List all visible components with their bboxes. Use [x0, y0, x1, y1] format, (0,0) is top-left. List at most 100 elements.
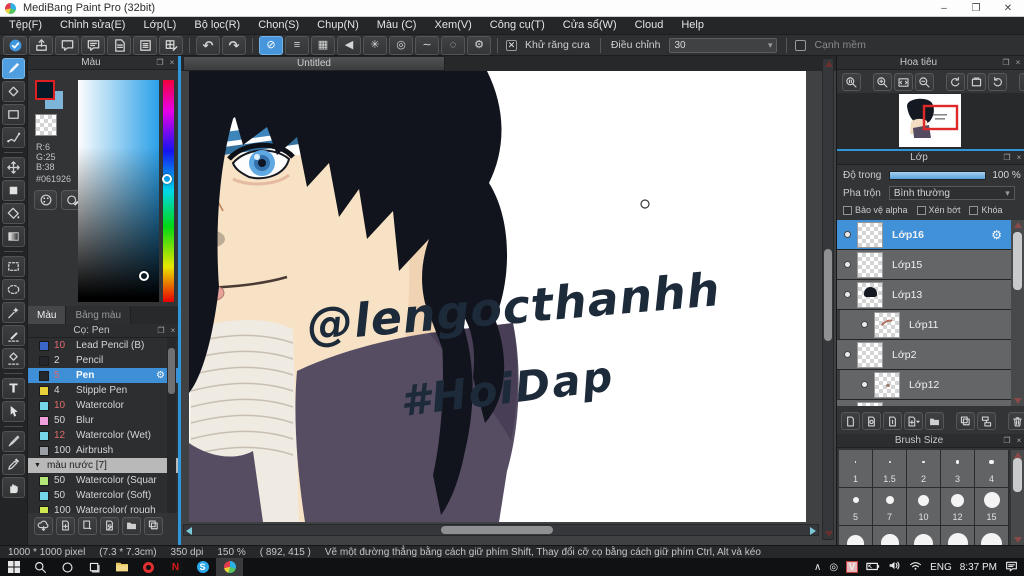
- navigator-preview-area[interactable]: [837, 93, 1024, 149]
- canvas-horizontal-scrollbar[interactable]: [183, 524, 819, 536]
- snap-grid-icon[interactable]: ▦: [311, 35, 335, 55]
- blend-mode-dropdown[interactable]: Bình thường ▾: [888, 186, 1015, 200]
- file-explorer-icon[interactable]: [108, 558, 135, 576]
- cortana-icon[interactable]: [54, 558, 81, 576]
- hue-cursor[interactable]: [162, 174, 172, 184]
- popout-icon[interactable]: ❐: [155, 326, 167, 335]
- fill-rect-tool[interactable]: [2, 180, 25, 201]
- tab-color[interactable]: Màu: [28, 306, 67, 324]
- brush-size-c ell[interactable]: 3: [941, 450, 975, 488]
- foreground-color-swatch[interactable]: [35, 80, 55, 100]
- brush-size-c ell[interactable]: 10: [907, 488, 941, 526]
- layer-visibility-icon[interactable]: [844, 291, 851, 298]
- cloud-sync-icon[interactable]: [3, 35, 27, 55]
- scroll-thumb[interactable]: [441, 526, 553, 534]
- brush-size-c ell[interactable]: [873, 526, 907, 545]
- zoom-actual-icon[interactable]: [842, 73, 861, 91]
- layer-duplicate-icon[interactable]: [956, 412, 975, 430]
- scroll-down-arrow[interactable]: [1014, 398, 1022, 404]
- scroll-thumb[interactable]: [1013, 232, 1022, 290]
- hand-tool[interactable]: [2, 477, 25, 498]
- popout-icon[interactable]: ❐: [1001, 436, 1013, 445]
- snap-concentric-icon[interactable]: ◎: [389, 35, 413, 55]
- scroll-down-arrow[interactable]: [1014, 537, 1022, 543]
- publish-icon[interactable]: [29, 35, 53, 55]
- move-tool[interactable]: [2, 157, 25, 178]
- opera-icon[interactable]: [135, 558, 162, 576]
- volume-icon[interactable]: [888, 560, 901, 574]
- layer-option-checkbox[interactable]: Xén bớt: [916, 205, 960, 215]
- medibang-taskbar-icon[interactable]: [216, 558, 243, 576]
- menu-item[interactable]: Lớp(L): [134, 17, 185, 34]
- battery-icon[interactable]: [866, 561, 880, 574]
- layer-new-1bit-icon[interactable]: [883, 412, 902, 430]
- menu-item[interactable]: Chụp(N): [308, 17, 368, 34]
- restore-button[interactable]: ❐: [960, 0, 992, 16]
- select-rect-tool[interactable]: [2, 256, 25, 277]
- popout-icon[interactable]: ❐: [1000, 58, 1012, 67]
- search-icon[interactable]: [27, 558, 54, 576]
- brush-size-c ell[interactable]: 4: [975, 450, 1009, 488]
- scroll-thumb[interactable]: [824, 249, 832, 341]
- select-eraser-tool[interactable]: [2, 348, 25, 369]
- tray-chevron-icon[interactable]: ∧: [814, 562, 821, 573]
- layer-list-scrollbar[interactable]: [1011, 220, 1024, 406]
- sv-cursor[interactable]: [139, 271, 149, 281]
- brush-row[interactable]: ▼ 50 Blur ⚙: [28, 413, 179, 428]
- brush-row[interactable]: ▼ 100 Airbrush ⚙: [28, 443, 179, 458]
- comment-text-icon[interactable]: [81, 35, 105, 55]
- brush-size-c ell[interactable]: 12: [941, 488, 975, 526]
- gradient-tool[interactable]: [2, 226, 25, 247]
- layer-visibility-icon[interactable]: [844, 261, 851, 268]
- close-icon[interactable]: ×: [1013, 436, 1024, 445]
- scroll-right-arrow[interactable]: [810, 527, 816, 535]
- skype-icon[interactable]: S: [189, 558, 216, 576]
- brush-cloud-download-icon[interactable]: [34, 516, 53, 535]
- netflix-icon[interactable]: N: [162, 558, 189, 576]
- document-tab[interactable]: Untitled: [183, 56, 445, 71]
- menu-item[interactable]: Chỉnh sửa(E): [51, 17, 134, 34]
- menu-item[interactable]: Help: [672, 17, 713, 34]
- tray-circle-icon[interactable]: ◎: [829, 562, 838, 573]
- brush-row[interactable]: ▼ 12 Watercolor (Wet) ⚙: [28, 428, 179, 443]
- layer-settings-gear-icon[interactable]: ⚙: [991, 228, 1002, 242]
- transparent-color-swatch[interactable]: [35, 114, 57, 136]
- layer-option-checkbox[interactable]: Bảo vệ alpha: [843, 205, 908, 215]
- scroll-up-arrow[interactable]: [825, 61, 833, 67]
- brush-size-c ell[interactable]: 2: [907, 450, 941, 488]
- brush-list-scrollbar[interactable]: [167, 338, 176, 513]
- scroll-down-arrow[interactable]: [825, 531, 833, 537]
- popout-icon[interactable]: ❐: [1001, 153, 1013, 162]
- brush-new-icon[interactable]: [56, 516, 75, 535]
- checkbox-icon[interactable]: [969, 205, 979, 215]
- brush-new-image-icon[interactable]: [78, 516, 97, 535]
- dock-splitter[interactable]: [178, 56, 181, 545]
- layer-row[interactable]: Lớp13 ⚙: [837, 280, 1012, 310]
- close-icon[interactable]: ×: [166, 58, 178, 67]
- snap-radial-icon[interactable]: ✳: [363, 35, 387, 55]
- brush-row[interactable]: ▼ 100 Watercolor( rough ⚙: [28, 503, 179, 513]
- brush-size-c ell[interactable]: 7: [873, 488, 907, 526]
- tab-palette[interactable]: Bảng màu: [66, 306, 132, 324]
- opacity-slider[interactable]: [889, 170, 987, 180]
- brush-size-c ell[interactable]: 5: [839, 488, 873, 526]
- magic-wand-tool[interactable]: [2, 302, 25, 323]
- layer-visibility-icon[interactable]: [861, 321, 868, 328]
- menu-item[interactable]: Màu (C): [368, 17, 426, 34]
- antialias-checkbox[interactable]: ✕: [506, 39, 517, 51]
- brush-row[interactable]: ▼ 10 Watercolor ⚙: [28, 398, 179, 413]
- brush-size-c ell[interactable]: 15: [975, 488, 1009, 526]
- clock[interactable]: 8:37 PM: [960, 562, 997, 573]
- saturation-value-picker[interactable]: [78, 80, 159, 302]
- layer-new-icon[interactable]: [841, 412, 860, 430]
- zoom-out-icon[interactable]: [915, 73, 934, 91]
- fit-window-icon[interactable]: [894, 73, 913, 91]
- snap-vanishing-icon[interactable]: ◀: [337, 35, 361, 55]
- brush-size-scrollbar[interactable]: [1011, 450, 1024, 545]
- close-button[interactable]: ✕: [992, 0, 1024, 16]
- rotate-right-icon[interactable]: [988, 73, 1007, 91]
- menu-item[interactable]: Tệp(F): [0, 17, 51, 34]
- snap-curve-icon[interactable]: ∼: [415, 35, 439, 55]
- select-pen-tool[interactable]: [2, 325, 25, 346]
- layer-delete-icon[interactable]: [1008, 412, 1024, 430]
